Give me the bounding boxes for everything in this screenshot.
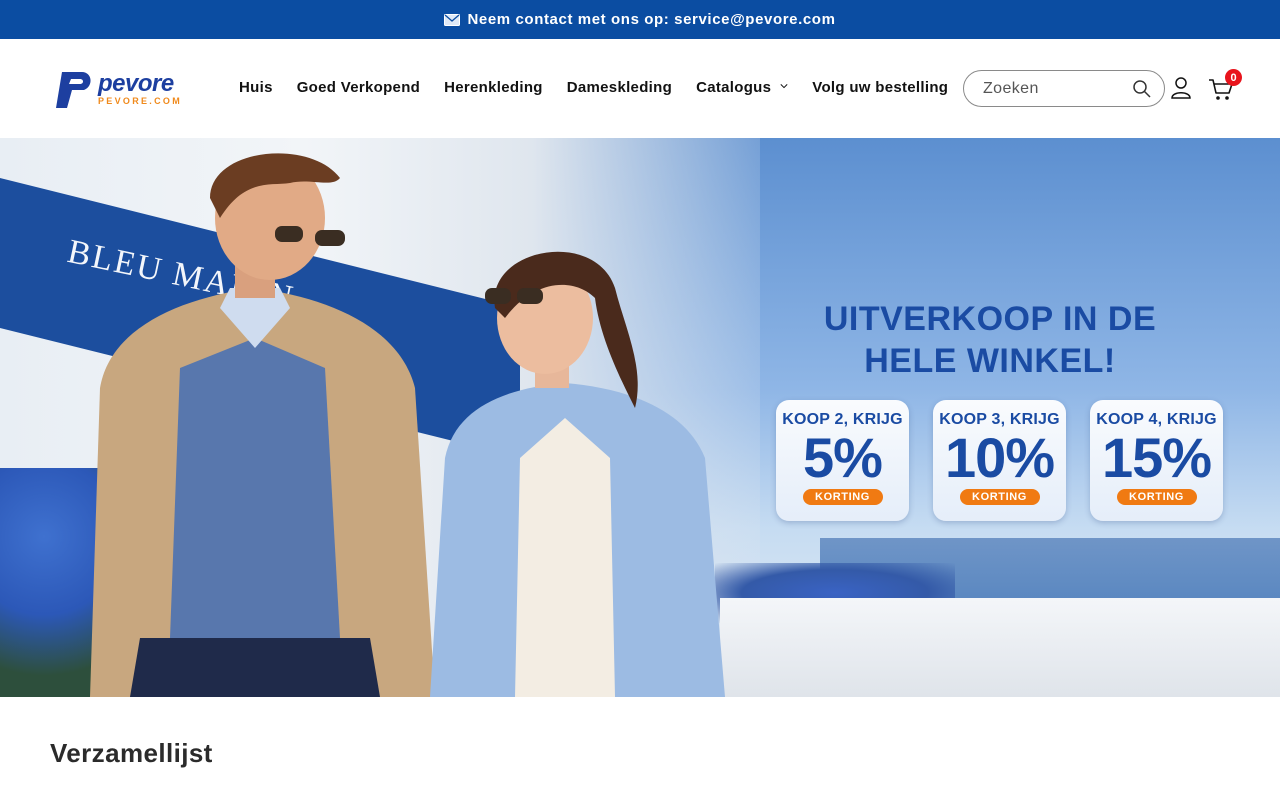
nav-item-goed-verkopend[interactable]: Goed Verkopend (297, 79, 420, 96)
announcement-text: Neem contact met ons op: service@pevore.… (467, 11, 836, 28)
nav-item-huis[interactable]: Huis (239, 79, 273, 96)
hero-woman-figure (430, 251, 725, 697)
search-input[interactable] (983, 79, 1123, 99)
nav-item-volg-bestelling[interactable]: Volg uw bestelling (812, 79, 948, 96)
offer-card-1-badge: KORTING (802, 489, 883, 505)
chevron-down-icon (780, 84, 788, 89)
hero-headline: UITVERKOOP IN DE HELE WINKEL! (700, 298, 1280, 382)
announcement-bar: Neem contact met ons op: service@pevore.… (0, 0, 1280, 39)
collection-list-title: Verzamellijst (50, 738, 213, 768)
main-nav: Huis Goed Verkopend Herenkleding Dameskl… (239, 79, 948, 96)
offer-card-2-percent: 10% (944, 426, 1055, 489)
envelope-icon (444, 13, 461, 26)
offer-card-3: KOOP 4, KRIJG 15% KORTING (1090, 400, 1223, 521)
logo[interactable]: pevore PEVORE.COM (52, 68, 192, 112)
hero-headline-line1: UITVERKOOP IN DE (823, 300, 1157, 338)
offer-card-2: KOOP 3, KRIJG 10% KORTING (933, 400, 1066, 521)
search-box (963, 70, 1165, 107)
nav-item-catalogus[interactable]: Catalogus (696, 79, 788, 96)
hero-banner[interactable]: BLEU MARIN UITVERKOOP IN DE HELE WINKEL!… (0, 138, 1280, 697)
logo-subtext: PEVORE.COM (98, 96, 183, 106)
offer-card-3-percent: 15% (1101, 426, 1212, 489)
logo-text: pevore (98, 70, 174, 97)
site-header: pevore PEVORE.COM Huis Goed Verkopend He… (0, 39, 1280, 138)
nav-item-herenkleding[interactable]: Herenkleding (444, 79, 543, 96)
offer-card-1-percent: 5% (803, 426, 883, 489)
hero-man-figure (90, 153, 435, 697)
hero-headline-line2: HELE WINKEL! (864, 342, 1116, 380)
offer-card-3-badge: KORTING (1116, 489, 1197, 505)
hero-railing (720, 598, 1280, 697)
nav-item-catalogus-label: Catalogus (696, 79, 772, 96)
nav-item-dameskleding[interactable]: Dameskleding (567, 79, 672, 96)
logo-mark-icon (56, 72, 91, 108)
cart-count-badge: 0 (1225, 69, 1242, 86)
offer-card-1: KOOP 2, KRIJG 5% KORTING (776, 400, 909, 521)
offer-card-2-badge: KORTING (959, 489, 1040, 505)
search-icon[interactable] (1132, 79, 1152, 99)
account-icon[interactable] (1170, 76, 1192, 100)
